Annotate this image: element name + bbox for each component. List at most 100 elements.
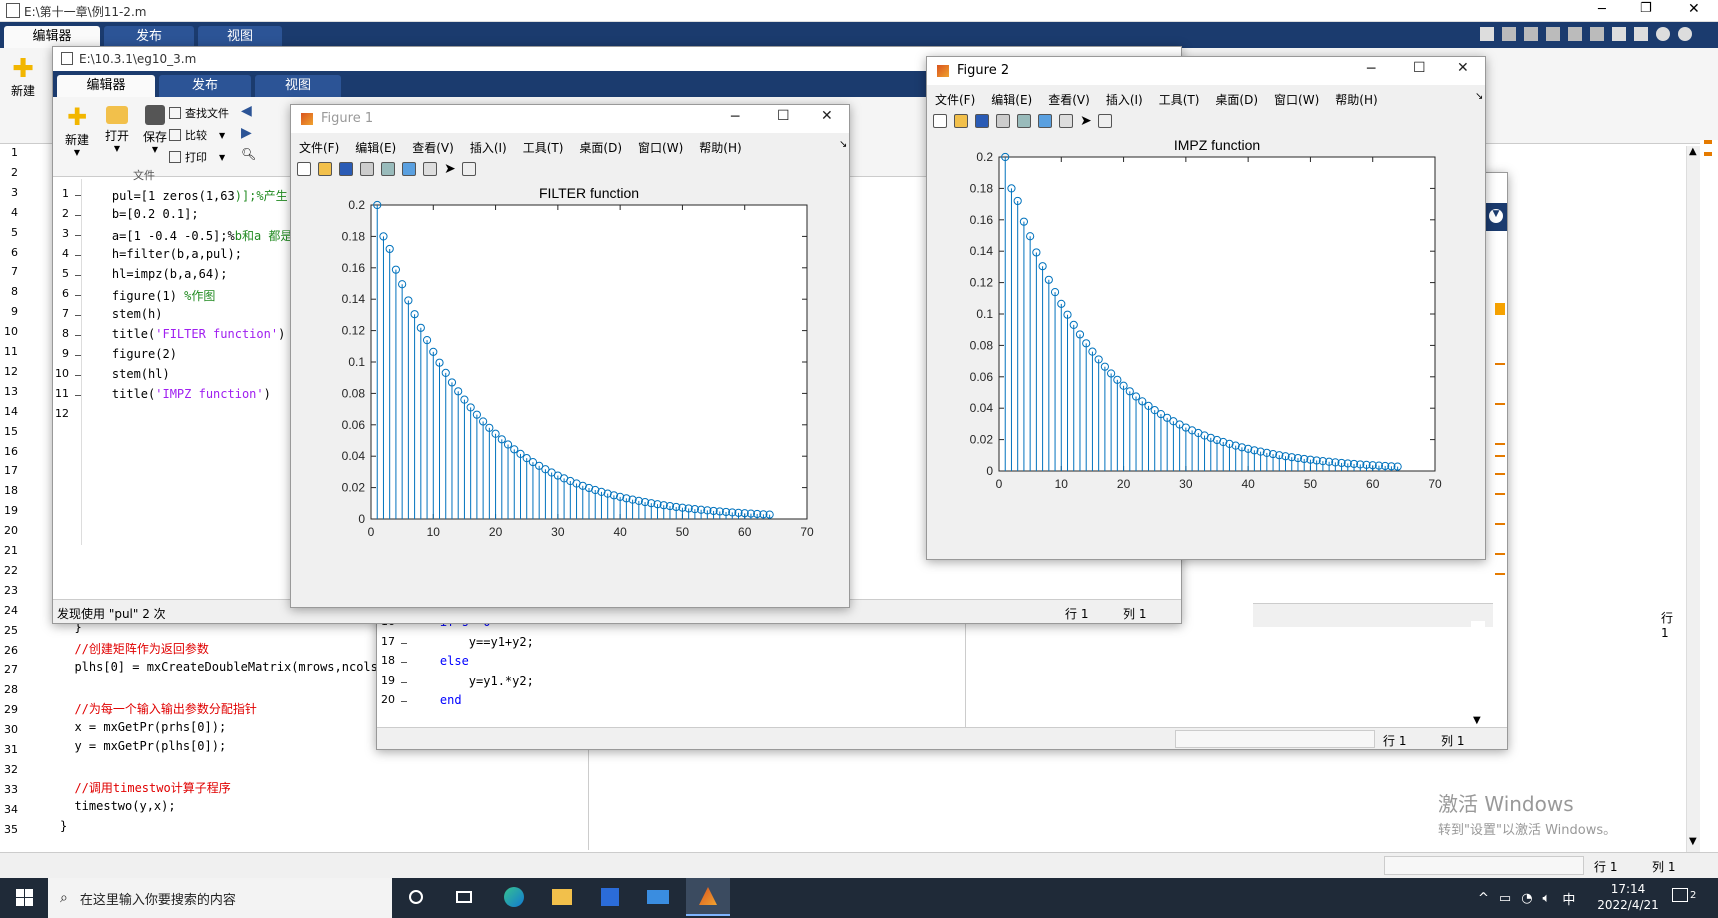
link-plot-icon[interactable] — [381, 162, 395, 176]
close-icon[interactable]: ✕ — [1688, 1, 1700, 17]
close-icon[interactable]: ✕ — [1457, 60, 1469, 76]
legend-icon[interactable] — [1059, 114, 1073, 128]
link-plot-icon[interactable] — [1017, 114, 1031, 128]
maximize-icon[interactable]: ❐ — [1640, 1, 1652, 16]
volume-icon[interactable]: 🔈︎ — [1543, 891, 1551, 906]
floppy-icon — [145, 105, 165, 125]
maximize-icon[interactable]: ☐ — [1413, 60, 1426, 76]
dropdown-icon[interactable] — [1678, 27, 1692, 41]
file-explorer-icon[interactable] — [540, 878, 584, 916]
save-figure-icon[interactable] — [339, 162, 353, 176]
clock[interactable]: 17:14 2022/4/21 — [1594, 881, 1662, 913]
store-icon[interactable] — [588, 878, 632, 916]
network-icon[interactable]: ▭ — [1499, 891, 1511, 906]
cursor-icon[interactable]: ➤ — [444, 161, 456, 177]
redo-icon[interactable] — [1590, 27, 1604, 41]
menu-overflow-icon[interactable]: ↘ — [1475, 91, 1483, 102]
start-button[interactable] — [0, 878, 48, 916]
editor2-status-col: 列 1 — [1123, 607, 1147, 621]
main-vertical-scrollbar[interactable]: ▲ ▼ — [1686, 146, 1700, 852]
cut-icon[interactable] — [1502, 27, 1516, 41]
menu-desktop[interactable]: 桌面(D) — [1215, 91, 1258, 108]
menu-file[interactable]: 文件(F) — [299, 139, 339, 156]
tab-editor[interactable]: 编辑器 — [57, 75, 155, 97]
menu-edit[interactable]: 编辑(E) — [355, 139, 396, 156]
tab-editor[interactable]: 编辑器 — [4, 26, 100, 48]
new-figure-icon[interactable] — [297, 162, 311, 176]
save-icon[interactable] — [1480, 27, 1494, 41]
main-new-button[interactable]: ✚ 新建 — [8, 56, 38, 99]
search-icon[interactable]: 🔍︎ — [241, 147, 256, 161]
wifi-icon[interactable]: ◔ — [1521, 891, 1532, 906]
print-figure-icon[interactable] — [360, 162, 374, 176]
minimize-icon[interactable]: ─ — [731, 109, 739, 125]
compare-button[interactable]: 比较 ▼ — [169, 127, 225, 143]
menu-overflow-icon[interactable]: ↘ — [839, 139, 847, 150]
menu-file[interactable]: 文件(F) — [935, 91, 975, 108]
menu-view[interactable]: 查看(V) — [1048, 91, 1090, 108]
printer-icon — [169, 151, 181, 163]
tab-publish[interactable]: 发布 — [104, 26, 194, 48]
matlab-taskbar-icon[interactable] — [686, 878, 730, 916]
legend-icon[interactable] — [423, 162, 437, 176]
menu-insert[interactable]: 插入(I) — [1106, 91, 1143, 108]
editor3-scrollbar[interactable]: ▼ — [1471, 621, 1485, 729]
menu-window[interactable]: 窗口(W) — [1274, 91, 1319, 108]
property-editor-icon[interactable] — [461, 162, 476, 176]
scroll-down-icon[interactable]: ▼ — [1473, 715, 1481, 726]
mail-icon[interactable] — [636, 878, 680, 916]
cortana-icon[interactable] — [394, 878, 438, 916]
minimize-icon[interactable]: ─ — [1598, 2, 1606, 17]
find-files-button[interactable]: 查找文件 — [169, 105, 229, 121]
print-figure-icon[interactable] — [996, 114, 1010, 128]
undo-icon[interactable] — [1568, 27, 1582, 41]
open-button[interactable]: 打开 ▼ — [97, 103, 137, 153]
task-view-icon[interactable] — [442, 878, 486, 916]
print-button[interactable]: 打印 ▼ — [169, 149, 225, 165]
maximize-icon[interactable]: ☐ — [777, 108, 790, 124]
menu-help[interactable]: 帮助(H) — [699, 139, 741, 156]
menu-help[interactable]: 帮助(H) — [1335, 91, 1377, 108]
ime-indicator[interactable]: 中 — [1562, 889, 1575, 908]
system-tray: ^ ▭ ◔ 🔈︎ 中 — [1478, 878, 1589, 918]
tab-view[interactable]: 视图 — [198, 26, 282, 48]
tab-publish[interactable]: 发布 — [159, 75, 251, 97]
arrow-right-icon[interactable]: ▶ — [241, 125, 252, 141]
colorbar-icon[interactable] — [402, 162, 416, 176]
new-figure-icon[interactable] — [933, 114, 947, 128]
menu-insert[interactable]: 插入(I) — [470, 139, 507, 156]
y-tick-label: 0.16 — [970, 213, 994, 227]
line-number: 31 — [4, 743, 18, 756]
close-icon[interactable]: ✕ — [821, 108, 833, 124]
menu-view[interactable]: 查看(V) — [412, 139, 454, 156]
open-file-icon[interactable] — [954, 114, 968, 128]
taskbar-search[interactable]: ⌕ 在这里输入你要搜索的内容 — [48, 878, 392, 918]
new-button[interactable]: ✚ 新建 ▼ — [57, 103, 97, 157]
edge-icon[interactable] — [492, 878, 536, 916]
editor3-dropdown-icon[interactable]: ▼ — [1489, 209, 1503, 223]
copy-icon[interactable] — [1524, 27, 1538, 41]
chevron-up-icon[interactable]: ^ — [1478, 891, 1489, 906]
menu-edit[interactable]: 编辑(E) — [991, 91, 1032, 108]
cursor-icon[interactable]: ➤ — [1080, 113, 1092, 129]
scroll-up-icon[interactable]: ▲ — [1689, 146, 1697, 157]
minimize-icon[interactable]: ─ — [1367, 61, 1375, 77]
save-figure-icon[interactable] — [975, 114, 989, 128]
menu-desktop[interactable]: 桌面(D) — [579, 139, 622, 156]
paste-icon[interactable] — [1546, 27, 1560, 41]
property-editor-icon[interactable] — [1097, 114, 1112, 128]
window-switch-icon[interactable] — [1612, 27, 1626, 41]
menu-window[interactable]: 窗口(W) — [638, 139, 683, 156]
code-line: plhs[0] = mxCreateDoubleMatrix(mrows,nco… — [60, 659, 386, 674]
help-icon[interactable] — [1656, 27, 1670, 41]
tab-view[interactable]: 视图 — [255, 75, 341, 97]
layout-icon[interactable] — [1634, 27, 1648, 41]
menu-tools[interactable]: 工具(T) — [523, 139, 564, 156]
arrow-left-icon[interactable]: ◀ — [241, 103, 252, 119]
colorbar-icon[interactable] — [1038, 114, 1052, 128]
scroll-down-icon[interactable]: ▼ — [1689, 836, 1697, 847]
code-line: x = mxGetPr(prhs[0]); — [60, 719, 227, 734]
notification-button[interactable]: 2 — [1672, 888, 1696, 902]
open-file-icon[interactable] — [318, 162, 332, 176]
menu-tools[interactable]: 工具(T) — [1159, 91, 1200, 108]
